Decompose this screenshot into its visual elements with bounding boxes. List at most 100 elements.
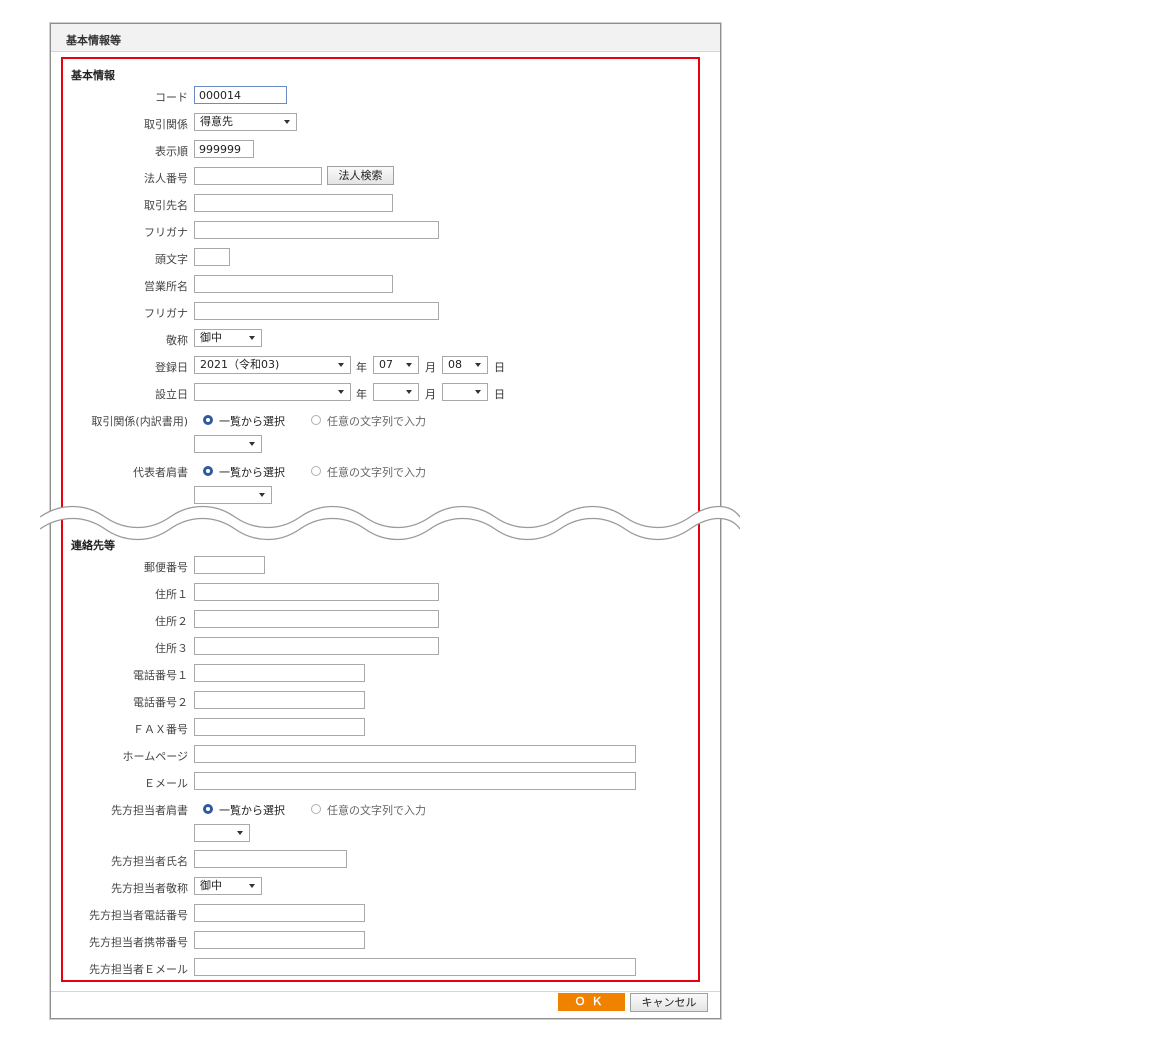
honorific-select[interactable]: 御中	[194, 329, 262, 347]
pic-email-input[interactable]	[194, 958, 636, 976]
order-label: 表示順	[155, 145, 188, 158]
section-title-contact: 連絡先等	[71, 539, 115, 552]
office-input[interactable]	[194, 275, 393, 293]
dialog-header: 基本情報等	[51, 24, 720, 52]
est-day-unit: 日	[494, 388, 505, 401]
corp-no-input[interactable]	[194, 167, 322, 185]
name-input[interactable]	[194, 194, 393, 212]
pic-title-radio-list[interactable]	[203, 804, 213, 814]
kana-label: フリガナ	[144, 226, 188, 239]
pic-title-radio-free[interactable]	[311, 804, 321, 814]
tel2-label: 電話番号２	[133, 696, 188, 709]
addr1-input[interactable]	[194, 583, 439, 601]
zip-label: 郵便番号	[144, 561, 188, 574]
pic-name-input[interactable]	[194, 850, 347, 868]
chevron-down-icon	[406, 363, 412, 367]
relation-detail-opt2: 任意の文字列で入力	[327, 415, 426, 428]
chevron-down-icon	[249, 884, 255, 888]
chevron-down-icon	[406, 390, 412, 394]
dialog-title: 基本情報等	[66, 34, 121, 47]
addr2-label: 住所２	[155, 615, 188, 628]
email-label: Ｅメール	[144, 777, 188, 790]
chevron-down-icon	[475, 390, 481, 394]
addr3-label: 住所３	[155, 642, 188, 655]
rep-title-radio-free[interactable]	[311, 466, 321, 476]
est-month-select[interactable]	[373, 383, 419, 401]
reg-month-unit: 月	[425, 361, 436, 374]
kana-input[interactable]	[194, 221, 439, 239]
reg-day-select[interactable]: 08	[442, 356, 488, 374]
relation-label: 取引関係	[144, 118, 188, 131]
est-day-select[interactable]	[442, 383, 488, 401]
pic-honorific-value: 御中	[200, 879, 222, 892]
initial-input[interactable]	[194, 248, 230, 266]
reg-year-select[interactable]: 2021（令和03)	[194, 356, 351, 374]
code-label: コード	[155, 91, 188, 104]
pic-email-label: 先方担当者Ｅメール	[89, 963, 188, 976]
rep-title-label: 代表者肩書	[133, 466, 188, 479]
est-year-unit: 年	[356, 388, 367, 401]
email-input[interactable]	[194, 772, 636, 790]
corp-no-label: 法人番号	[144, 172, 188, 185]
reg-date-label: 登録日	[155, 361, 188, 374]
ok-button[interactable]: ＯＫ	[558, 993, 625, 1011]
chevron-down-icon	[284, 120, 290, 124]
cancel-button[interactable]: キャンセル	[630, 993, 708, 1012]
addr3-input[interactable]	[194, 637, 439, 655]
zip-input[interactable]	[194, 556, 265, 574]
pic-mobile-input[interactable]	[194, 931, 365, 949]
pic-title-select[interactable]	[194, 824, 250, 842]
name-label: 取引先名	[144, 199, 188, 212]
relation-detail-radio-free[interactable]	[311, 415, 321, 425]
tel1-input[interactable]	[194, 664, 365, 682]
chevron-down-icon	[249, 336, 255, 340]
office-label: 営業所名	[144, 280, 188, 293]
code-input[interactable]	[194, 86, 287, 104]
rep-title-radio-list[interactable]	[203, 466, 213, 476]
pic-tel-label: 先方担当者電話番号	[89, 909, 188, 922]
homepage-label: ホームページ	[122, 750, 188, 763]
relation-value: 得意先	[200, 115, 233, 128]
reg-month-value: 07	[379, 358, 393, 371]
reg-month-select[interactable]: 07	[373, 356, 419, 374]
fax-input[interactable]	[194, 718, 365, 736]
homepage-input[interactable]	[194, 745, 636, 763]
rep-title-opt1: 一覧から選択	[219, 466, 285, 479]
chevron-down-icon	[475, 363, 481, 367]
est-year-select[interactable]	[194, 383, 351, 401]
chevron-down-icon	[237, 831, 243, 835]
pic-name-label: 先方担当者氏名	[111, 855, 188, 868]
addr1-label: 住所１	[155, 588, 188, 601]
pic-title-opt2: 任意の文字列で入力	[327, 804, 426, 817]
pic-mobile-label: 先方担当者携帯番号	[89, 936, 188, 949]
reg-day-unit: 日	[494, 361, 505, 374]
relation-select[interactable]: 得意先	[194, 113, 297, 131]
office-kana-input[interactable]	[194, 302, 439, 320]
addr2-input[interactable]	[194, 610, 439, 628]
section-title-basic: 基本情報	[71, 69, 115, 82]
est-month-unit: 月	[425, 388, 436, 401]
fax-label: ＦＡＸ番号	[133, 723, 188, 736]
content-break-wave	[40, 505, 740, 541]
honorific-label: 敬称	[166, 334, 188, 347]
relation-detail-label: 取引関係(内訳書用)	[91, 415, 188, 428]
chevron-down-icon	[338, 390, 344, 394]
relation-detail-opt1: 一覧から選択	[219, 415, 285, 428]
corp-search-button[interactable]: 法人検索	[327, 166, 394, 185]
office-kana-label: フリガナ	[144, 307, 188, 320]
relation-detail-radio-list[interactable]	[203, 415, 213, 425]
reg-year-unit: 年	[356, 361, 367, 374]
pic-title-label: 先方担当者肩書	[111, 804, 188, 817]
tel2-input[interactable]	[194, 691, 365, 709]
tel1-label: 電話番号１	[133, 669, 188, 682]
pic-tel-input[interactable]	[194, 904, 365, 922]
est-date-label: 設立日	[155, 388, 188, 401]
order-input[interactable]	[194, 140, 254, 158]
chevron-down-icon	[249, 442, 255, 446]
honorific-value: 御中	[200, 331, 222, 344]
pic-honorific-select[interactable]: 御中	[194, 877, 262, 895]
reg-year-value: 2021（令和03)	[200, 358, 280, 371]
pic-title-opt1: 一覧から選択	[219, 804, 285, 817]
relation-detail-select[interactable]	[194, 435, 262, 453]
pic-honorific-label: 先方担当者敬称	[111, 882, 188, 895]
